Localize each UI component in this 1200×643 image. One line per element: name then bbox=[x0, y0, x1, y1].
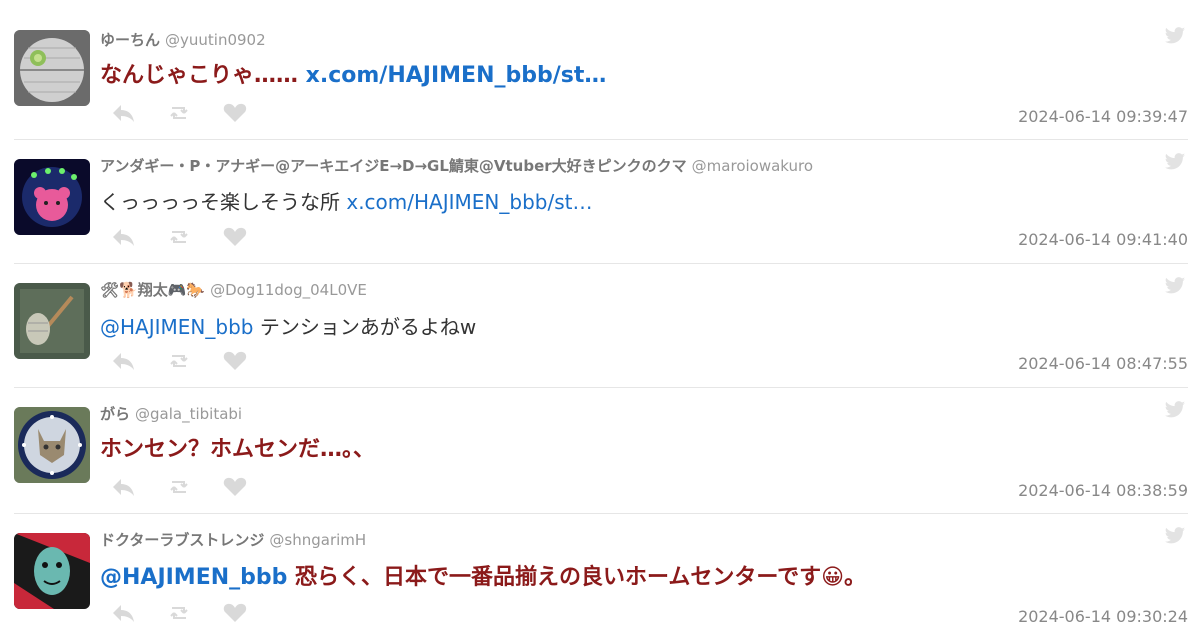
tweet-link[interactable]: @HAJIMEN_bbb bbox=[100, 315, 253, 339]
tweet-header: アンダギー・P・アナギー@アーキエイジE→D→GL鯖東@Vtuber大好きピンク… bbox=[100, 156, 813, 176]
tweet-header: ドクターラブストレンジ @shngarimH bbox=[100, 530, 366, 550]
tweet-feed: ゆーちん @yuutin0902 なんじゃこりゃ…… x.com/HAJIMEN_… bbox=[0, 0, 1200, 643]
tweet-header: 🛠🐕翔太🎮🐎 @Dog11dog_04L0VE bbox=[100, 280, 367, 300]
timestamp[interactable]: 2024-06-14 08:38:59 bbox=[1018, 481, 1188, 500]
timestamp[interactable]: 2024-06-14 09:41:40 bbox=[1018, 230, 1188, 249]
tweet-link[interactable]: x.com/HAJIMEN_bbb/st… bbox=[346, 190, 592, 214]
tweet-item: 🛠🐕翔太🎮🐎 @Dog11dog_04L0VE @HAJIMEN_bbb テンショ… bbox=[14, 277, 1188, 388]
twitter-bird-icon[interactable] bbox=[1164, 276, 1186, 296]
reply-icon[interactable] bbox=[110, 350, 136, 372]
tweet-header: がら @gala_tibitabi bbox=[100, 404, 242, 424]
user-handle[interactable]: @shngarimH bbox=[269, 531, 366, 549]
timestamp[interactable]: 2024-06-14 09:30:24 bbox=[1018, 607, 1188, 626]
avatar[interactable] bbox=[14, 283, 90, 359]
tweet-item: ドクターラブストレンジ @shngarimH @HAJIMEN_bbb 恐らく、日… bbox=[14, 527, 1188, 643]
tweet-item: がら @gala_tibitabi ホンセン？ホムセンだ…。、 2024-06-1… bbox=[14, 401, 1188, 514]
user-handle[interactable]: @Dog11dog_04L0VE bbox=[210, 281, 367, 299]
tweet-actions bbox=[110, 226, 248, 248]
twitter-bird-icon[interactable] bbox=[1164, 152, 1186, 172]
tweet-link[interactable]: x.com/HAJIMEN_bbb/st… bbox=[306, 63, 607, 88]
retweet-icon[interactable] bbox=[166, 350, 192, 372]
timestamp[interactable]: 2024-06-14 08:47:55 bbox=[1018, 354, 1188, 373]
retweet-icon[interactable] bbox=[166, 476, 192, 498]
user-name[interactable]: アンダギー・P・アナギー@アーキエイジE→D→GL鯖東@Vtuber大好きピンク… bbox=[100, 157, 687, 175]
twitter-bird-icon[interactable] bbox=[1164, 400, 1186, 420]
user-name[interactable]: 🛠🐕翔太🎮🐎 bbox=[100, 281, 205, 299]
user-name[interactable]: ドクターラブストレンジ bbox=[100, 531, 264, 549]
user-name[interactable]: ゆーちん bbox=[100, 31, 160, 49]
timestamp[interactable]: 2024-06-14 09:39:47 bbox=[1018, 107, 1188, 126]
avatar[interactable] bbox=[14, 159, 90, 235]
heart-icon[interactable] bbox=[222, 226, 248, 248]
retweet-icon[interactable] bbox=[166, 602, 192, 624]
tweet-actions bbox=[110, 350, 248, 372]
tweet-text-prefix: くっっっっそ楽しそうな所 bbox=[100, 190, 347, 214]
reply-icon[interactable] bbox=[110, 476, 136, 498]
tweet-actions bbox=[110, 102, 248, 124]
retweet-icon[interactable] bbox=[166, 102, 192, 124]
user-handle[interactable]: @maroiowakuro bbox=[692, 157, 813, 175]
user-handle[interactable]: @gala_tibitabi bbox=[135, 405, 242, 423]
tweet-text-prefix: なんじゃこりゃ…… bbox=[100, 63, 306, 88]
twitter-bird-icon[interactable] bbox=[1164, 26, 1186, 46]
heart-icon[interactable] bbox=[222, 476, 248, 498]
retweet-icon[interactable] bbox=[166, 226, 192, 248]
tweet-item: ゆーちん @yuutin0902 なんじゃこりゃ…… x.com/HAJIMEN_… bbox=[14, 27, 1188, 140]
tweet-actions bbox=[110, 602, 248, 624]
reply-icon[interactable] bbox=[110, 602, 136, 624]
tweet-text: なんじゃこりゃ…… x.com/HAJIMEN_bbb/st… bbox=[100, 60, 606, 92]
tweet-text: くっっっっそ楽しそうな所 x.com/HAJIMEN_bbb/st… bbox=[100, 186, 592, 218]
heart-icon[interactable] bbox=[222, 102, 248, 124]
tweet-text: ホンセン？ホムセンだ…。、 bbox=[100, 434, 375, 466]
tweet-header: ゆーちん @yuutin0902 bbox=[100, 30, 266, 50]
heart-icon[interactable] bbox=[222, 350, 248, 372]
avatar[interactable] bbox=[14, 407, 90, 483]
tweet-text-suffix: 恐らく、日本で一番品揃えの良いホームセンターです😀。 bbox=[287, 565, 867, 590]
tweet-link[interactable]: @HAJIMEN_bbb bbox=[100, 565, 287, 590]
heart-icon[interactable] bbox=[222, 602, 248, 624]
tweet-item: アンダギー・P・アナギー@アーキエイジE→D→GL鯖東@Vtuber大好きピンク… bbox=[14, 153, 1188, 264]
reply-icon[interactable] bbox=[110, 226, 136, 248]
tweet-text: @HAJIMEN_bbb 恐らく、日本で一番品揃えの良いホームセンターです😀。 bbox=[100, 562, 866, 594]
user-handle[interactable]: @yuutin0902 bbox=[165, 31, 266, 49]
avatar[interactable] bbox=[14, 30, 90, 106]
tweet-actions bbox=[110, 476, 248, 498]
user-name[interactable]: がら bbox=[100, 405, 130, 423]
reply-icon[interactable] bbox=[110, 102, 136, 124]
tweet-text-suffix: テンションあがるよねw bbox=[253, 315, 477, 339]
avatar[interactable] bbox=[14, 533, 90, 609]
tweet-text: @HAJIMEN_bbb テンションあがるよねw bbox=[100, 311, 476, 343]
tweet-text-prefix: ホンセン？ホムセンだ…。、 bbox=[100, 437, 376, 462]
twitter-bird-icon[interactable] bbox=[1164, 526, 1186, 546]
